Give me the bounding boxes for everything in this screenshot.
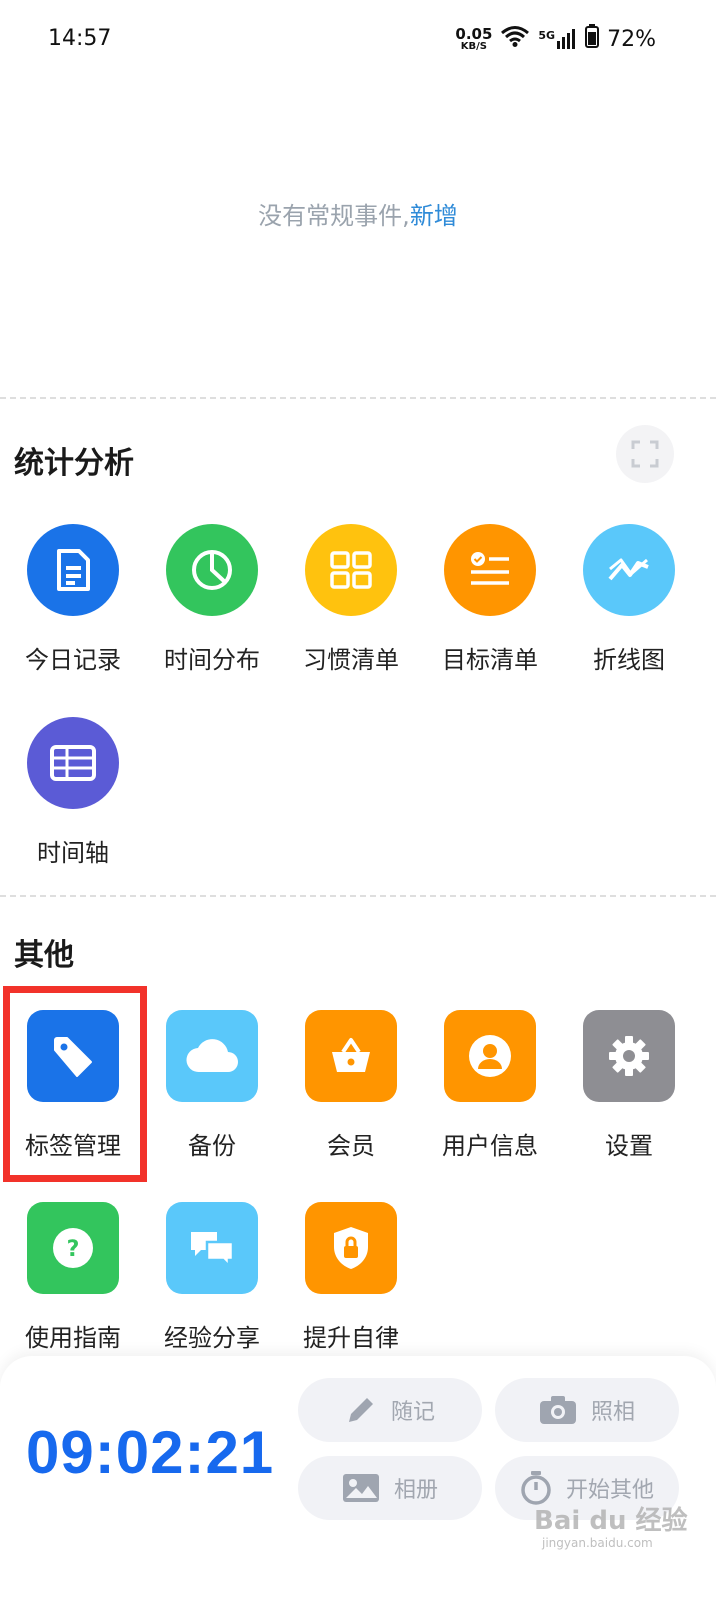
bottom-panel: 09:02:21 随记 照相 相册 开始其他	[0, 1356, 716, 1600]
stats-item-goal-list[interactable]: 目标清单	[417, 524, 557, 694]
other-item-label: 使用指南	[25, 1324, 121, 1352]
other-item-membership[interactable]: 会员	[278, 1010, 418, 1180]
stats-item-label: 时间轴	[37, 839, 109, 867]
stats-item-label: 习惯清单	[303, 646, 399, 674]
album-label: 相册	[393, 1478, 438, 1503]
net-speed-value: 0.05	[455, 24, 493, 43]
other-item-label: 备份	[188, 1132, 236, 1160]
other-item-label: 设置	[605, 1132, 653, 1160]
svg-text:?: ?	[67, 1237, 80, 1262]
stats-item-habit-list[interactable]: 习惯清单	[278, 524, 418, 694]
other-item-user-info[interactable]: 用户信息	[417, 1010, 557, 1180]
status-bar: 14:57 0.05 KB/S 5G 72%	[0, 0, 716, 80]
stats-item-label: 目标清单	[442, 646, 538, 674]
watermark: Bai du 经验	[534, 1506, 688, 1536]
other-item-user-guide[interactable]: ? 使用指南	[0, 1202, 140, 1372]
album-button[interactable]: 相册	[298, 1456, 482, 1520]
signal-icon: 5G	[538, 29, 577, 49]
timer-display: 09:02:21	[26, 1419, 275, 1486]
other-item-settings[interactable]: 设置	[556, 1010, 696, 1180]
grid-icon	[305, 524, 397, 616]
other-item-backup[interactable]: 备份	[139, 1010, 279, 1180]
divider	[0, 895, 716, 897]
document-icon	[27, 524, 119, 616]
line-chart-icon	[583, 524, 675, 616]
gear-icon	[583, 1010, 675, 1102]
pie-chart-icon	[166, 524, 258, 616]
cloud-icon	[166, 1010, 258, 1102]
highlight-box	[3, 986, 147, 1182]
note-button[interactable]: 随记	[298, 1378, 482, 1442]
other-item-label: 提升自律	[303, 1324, 399, 1352]
help-icon: ?	[27, 1202, 119, 1294]
pencil-icon	[348, 1398, 373, 1422]
net-speed: 0.05 KB/S	[455, 24, 493, 52]
empty-events-message: 没有常规事件,新增	[0, 196, 716, 231]
network-type: 5G	[538, 29, 556, 42]
table-icon	[27, 717, 119, 809]
stats-item-label: 时间分布	[164, 646, 260, 674]
stats-section-title: 统计分析	[14, 446, 134, 481]
other-item-experience-share[interactable]: 经验分享	[139, 1202, 279, 1372]
other-item-label: 会员	[327, 1132, 375, 1160]
checklist-icon	[444, 524, 536, 616]
fullscreen-icon	[631, 440, 659, 468]
other-item-label: 经验分享	[164, 1324, 260, 1352]
stats-item-label: 今日记录	[25, 646, 121, 674]
other-item-label: 用户信息	[442, 1132, 538, 1160]
stats-item-time-distribution[interactable]: 时间分布	[139, 524, 279, 694]
note-label: 随记	[390, 1400, 435, 1425]
chat-icon	[166, 1202, 258, 1294]
status-time: 14:57	[48, 26, 112, 51]
stats-item-line-chart[interactable]: 折线图	[556, 524, 696, 694]
empty-events-text: 没有常规事件,	[258, 202, 410, 230]
camera-label: 照相	[590, 1400, 635, 1425]
battery-icon	[585, 24, 600, 54]
camera-icon	[539, 1396, 576, 1424]
other-section-title: 其他	[14, 938, 74, 973]
add-event-link[interactable]: 新增	[410, 202, 458, 230]
wifi-icon	[500, 25, 530, 53]
status-indicators: 0.05 KB/S 5G 72%	[455, 24, 656, 54]
camera-button[interactable]: 照相	[495, 1378, 679, 1442]
divider	[0, 397, 716, 399]
battery-percent: 72%	[607, 26, 656, 52]
net-speed-unit: KB/S	[460, 40, 488, 52]
shield-lock-icon	[305, 1202, 397, 1294]
user-icon	[444, 1010, 536, 1102]
watermark-url: jingyan.baidu.com	[542, 1536, 653, 1550]
basket-icon	[305, 1010, 397, 1102]
image-icon	[342, 1474, 379, 1502]
stats-item-timeline[interactable]: 时间轴	[0, 717, 140, 887]
stats-item-today-record[interactable]: 今日记录	[0, 524, 140, 694]
other-item-self-discipline[interactable]: 提升自律	[278, 1202, 418, 1372]
expand-button[interactable]	[616, 425, 674, 483]
stats-item-label: 折线图	[593, 646, 665, 674]
